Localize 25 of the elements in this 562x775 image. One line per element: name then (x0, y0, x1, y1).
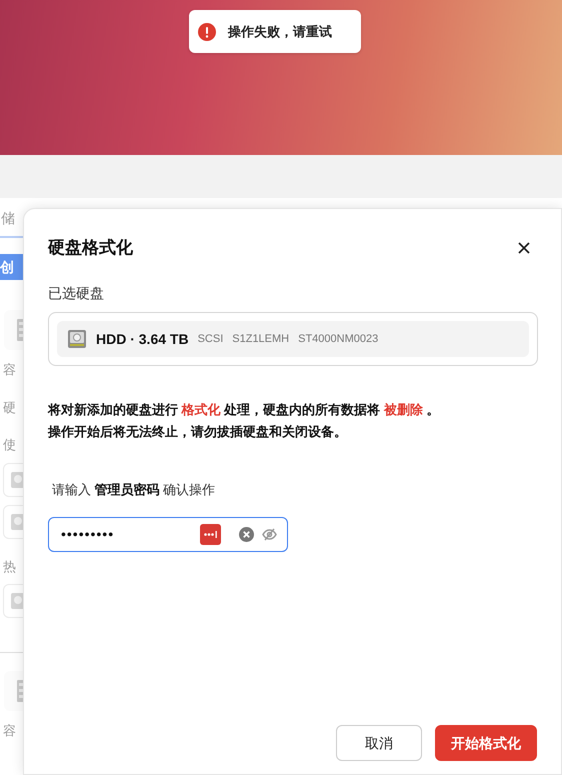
capacity-label: 容 (3, 722, 16, 740)
dialog-title: 硬盘格式化 (48, 237, 133, 260)
disk-detail: S1Z1LEMH (232, 332, 290, 347)
hide-password-icon[interactable] (262, 528, 277, 540)
selected-disk-label: 已选硬盘 (48, 284, 105, 303)
section-label: 硬 (3, 398, 16, 416)
hard-drive-icon (67, 329, 87, 349)
toast-message: 操作失败，请重试 (228, 22, 332, 41)
warning-text: 将对新添加的硬盘进行 格式化 处理，硬盘内的所有数据将 被删除 。 (48, 401, 440, 419)
section-label: 热 (3, 558, 16, 576)
password-prompt: 请输入 管理员密码 确认操作 (51, 481, 216, 499)
close-icon[interactable] (518, 242, 530, 254)
disk-name: HDD · 3.64 TB (96, 330, 189, 348)
warning-text: 操作开始后将无法终止，请勿拔插硬盘和关闭设备。 (48, 423, 348, 441)
disk-detail: ST4000NM0023 (298, 332, 378, 347)
section-label: 使 (3, 436, 16, 454)
start-format-button[interactable]: 开始格式化 (435, 725, 537, 761)
cancel-button[interactable]: 取消 (336, 725, 422, 761)
password-input[interactable]: ••••••••• (61, 524, 191, 544)
clear-icon[interactable] (239, 526, 254, 542)
capacity-label: 容 (3, 361, 16, 379)
password-manager-icon[interactable] (200, 524, 221, 544)
error-icon (198, 22, 216, 40)
password-field[interactable]: ••••••••• (48, 516, 288, 552)
disk-detail: SCSI (198, 332, 224, 347)
